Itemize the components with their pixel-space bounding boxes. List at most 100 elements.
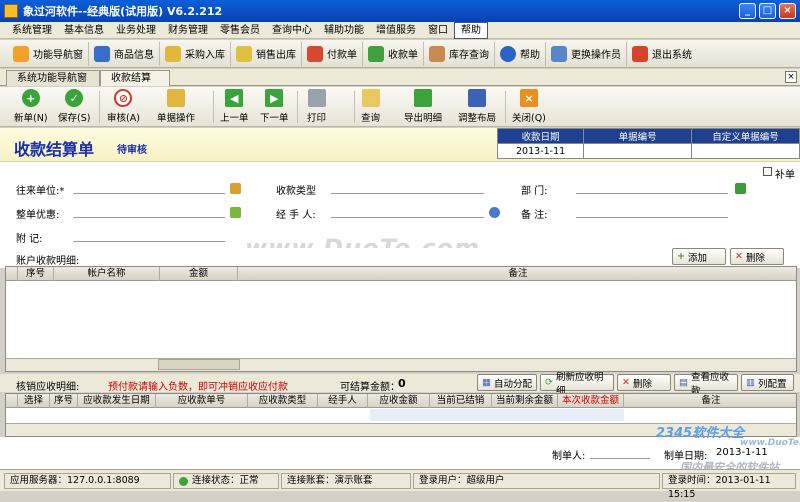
menu-value-added[interactable]: 增值服务 <box>370 23 422 38</box>
delete-button[interactable]: ✕ 删除 <box>730 248 784 265</box>
remark-field[interactable] <box>576 217 728 218</box>
memo-field[interactable] <box>73 241 225 242</box>
separator <box>297 91 298 123</box>
folder-in-icon <box>165 45 181 62</box>
doc-number-field[interactable] <box>583 143 693 159</box>
grid-header: 序号 帐户名称 金额 备注 <box>6 267 796 281</box>
tab-bar: 系统功能导航窗 收款结算单 × <box>0 69 800 99</box>
product-info-button[interactable]: 商品信息 <box>89 41 160 66</box>
person-icon[interactable] <box>489 207 500 218</box>
add-button[interactable]: + 添加 <box>672 248 726 265</box>
stock-query-button[interactable]: 库存查询 <box>424 41 495 66</box>
detail-bar: 账户收款明细: + 添加 ✕ 删除 <box>0 248 800 267</box>
menu-query[interactable]: 查询中心 <box>266 23 318 38</box>
col-remaining[interactable]: 当前剩余金额 <box>492 394 558 408</box>
audit-button[interactable]: ⊘ 审核(A) <box>107 89 140 125</box>
receipt-icon <box>368 45 384 62</box>
col-seq[interactable]: 序号 <box>18 267 54 281</box>
user-status: 登录用户：超级用户 <box>413 473 660 489</box>
query-button[interactable]: 查询 <box>361 89 380 125</box>
detail-label: 账户收款明细: <box>16 256 80 267</box>
account-detail-grid[interactable]: 序号 帐户名称 金额 备注 <box>5 266 797 372</box>
document-header: 收款结算单 待审核 收款日期 单据编号 自定义单据编号 2013-1-11 <box>0 128 800 162</box>
col-select[interactable]: 选择 <box>18 394 50 408</box>
menu-system[interactable]: 系统管理 <box>6 23 58 38</box>
column-config-button[interactable]: ▥ 列配置 <box>741 374 794 391</box>
new-button[interactable]: + 新单(N) <box>14 89 48 125</box>
col-account-name[interactable]: 帐户名称 <box>54 267 160 281</box>
print-button[interactable]: 打印 <box>307 89 326 125</box>
maximize-button[interactable]: □ <box>759 3 776 19</box>
make-date-value: 2013-1-11 <box>716 447 768 458</box>
help-icon <box>500 45 516 62</box>
refresh-receivables-button[interactable]: ⟳ 刷新应收明细 <box>540 372 614 397</box>
menu-business[interactable]: 业务处理 <box>110 23 162 38</box>
nav-window-button[interactable]: 功能导航窗 <box>8 41 89 66</box>
receipt-button[interactable]: 收款单 <box>363 41 424 66</box>
handler-field[interactable] <box>331 217 484 218</box>
horizontal-scrollbar[interactable] <box>6 358 796 371</box>
discount-field[interactable] <box>73 217 225 218</box>
tab-receipt-settlement[interactable]: 收款结算单 <box>100 70 170 99</box>
status-dot-icon <box>179 476 188 486</box>
doc-number-header: 单据编号 <box>583 128 693 144</box>
col-this-receipt[interactable]: 本次收款金额 <box>558 394 624 408</box>
scroll-thumb[interactable] <box>158 359 240 370</box>
x-icon: ✕ <box>735 251 743 262</box>
menu-aux[interactable]: 辅助功能 <box>318 23 370 38</box>
auto-allocate-button[interactable]: ▦ 自动分配 <box>477 374 537 391</box>
people-icon[interactable] <box>230 183 241 194</box>
export-detail-button[interactable]: 导出明细 <box>404 89 442 125</box>
col-amount[interactable]: 金额 <box>160 267 238 281</box>
writeoff-delete-button[interactable]: ✕ 删除 <box>617 374 671 391</box>
book-icon[interactable] <box>735 183 746 194</box>
col-receivable-type[interactable]: 应收款类型 <box>248 394 318 408</box>
save-button[interactable]: ✓ 保存(S) <box>58 89 90 125</box>
close-tab-icon[interactable]: × <box>785 71 797 83</box>
unit-field[interactable] <box>73 193 225 194</box>
receipt-date-field[interactable]: 2013-1-11 <box>496 143 585 159</box>
export-icon <box>414 89 432 107</box>
switch-operator-button[interactable]: 更换操作员 <box>546 41 627 66</box>
col-receivable-date[interactable]: 应收款发生日期 <box>78 394 156 408</box>
col-remark[interactable]: 备注 <box>238 267 798 281</box>
menu-retail[interactable]: 零售会员 <box>214 23 266 38</box>
exit-system-button[interactable]: 退出系统 <box>627 42 697 66</box>
col-handler[interactable]: 经手人 <box>318 394 368 408</box>
folder-out-icon <box>236 45 252 62</box>
adjust-layout-button[interactable]: 调整布局 <box>458 89 496 125</box>
columns-icon: ▥ <box>746 377 755 388</box>
custom-doc-number-field[interactable] <box>691 143 800 159</box>
col-seq[interactable]: 序号 <box>50 394 78 408</box>
menu-basic-info[interactable]: 基本信息 <box>58 23 110 38</box>
app-icon <box>4 4 18 18</box>
col-receivable-no[interactable]: 应收款单号 <box>156 394 248 408</box>
menu-window[interactable]: 窗口 <box>422 23 454 38</box>
document-info-table: 收款日期 单据编号 自定义单据编号 2013-1-11 <box>496 128 800 159</box>
tab-nav-window[interactable]: 系统功能导航窗 <box>6 70 100 86</box>
previous-button[interactable]: ◀ 上一单 <box>220 89 249 125</box>
receipt-type-field[interactable] <box>331 193 484 194</box>
login-time: 登录时间：2013-01-11 15:15 <box>662 473 796 500</box>
view-receivables-button[interactable]: ▤ 查看应收款 <box>674 372 738 397</box>
status-badge: 待审核 <box>117 145 147 156</box>
close-button[interactable]: × <box>779 3 796 19</box>
close-doc-button[interactable]: × 关闭(Q) <box>512 89 546 125</box>
minimize-button[interactable]: _ <box>739 3 756 19</box>
next-button[interactable]: ▶ 下一单 <box>260 89 289 125</box>
supplement-checkbox[interactable] <box>763 167 772 176</box>
payment-button[interactable]: 付款单 <box>302 41 363 66</box>
doc-operations-button[interactable]: 单据操作 <box>157 89 195 125</box>
menu-finance[interactable]: 财务管理 <box>162 23 214 38</box>
dept-field[interactable] <box>576 193 728 194</box>
settle-value: 0 <box>398 377 406 390</box>
col-remark[interactable]: 备注 <box>624 394 798 408</box>
col-settled[interactable]: 当前已结销 <box>430 394 492 408</box>
dept-label: 部 门: <box>521 186 548 197</box>
yen-icon[interactable] <box>230 207 241 218</box>
col-receivable-amount[interactable]: 应收金额 <box>368 394 430 408</box>
menu-help[interactable]: 帮助 <box>454 21 488 39</box>
help-button[interactable]: 帮助 <box>495 41 546 66</box>
sales-out-button[interactable]: 销售出库 <box>231 41 302 66</box>
purchase-in-button[interactable]: 采购入库 <box>160 41 231 66</box>
